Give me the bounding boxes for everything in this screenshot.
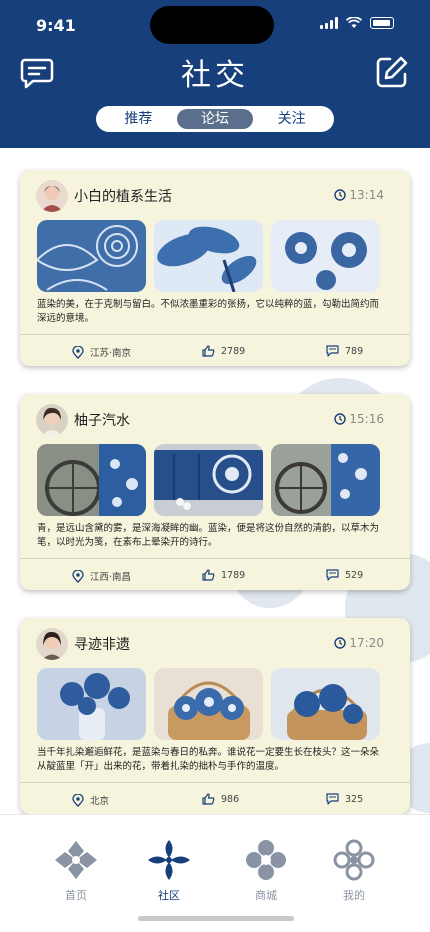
post-photos [37,444,381,516]
post-header: 柚子汽水 15:16 [36,404,396,436]
post-footer: 江西·南昌 1789 529 [20,558,410,590]
post-photo[interactable] [154,220,263,292]
feed-content[interactable]: 小白的植系生活 13:14 蓝染的美，在于克制与留白。不似浓墨重彩的张扬，它以纯… [0,148,430,814]
clock-icon [334,413,347,425]
clock-icon [334,189,347,201]
status-bar: 9:41 [0,0,430,50]
tab-recommend[interactable]: 推荐 [100,109,177,129]
post-time-text: 15:16 [349,412,384,426]
post-card[interactable]: 小白的植系生活 13:14 蓝染的美，在于克制与留白。不似浓墨重彩的张扬，它以纯… [20,170,410,366]
comment-icon [326,345,339,357]
location-text: 江苏·南京 [90,348,132,359]
post-header: 寻迹非遗 17:20 [36,628,396,660]
like-count: 2789 [221,345,246,357]
shop-floral-icon [246,840,286,880]
comment-button[interactable]: 325 [326,793,363,805]
page-title: 社交 [181,58,249,93]
post-photo[interactable] [154,668,263,740]
tab-profile[interactable]: 我的 [324,839,384,903]
battery-icon [370,17,394,29]
signal-icon [320,17,338,29]
avatar[interactable] [36,180,68,212]
tab-forum[interactable]: 论坛 [176,109,254,129]
avatar[interactable] [36,628,68,660]
tab-shop[interactable]: 商城 [236,839,296,903]
post-time: 15:16 [334,412,384,426]
post-location: 北京 [72,793,109,807]
thumbs-up-icon [202,569,215,581]
feed-tabs: 推荐 论坛 关注 [96,106,334,132]
comment-icon [326,569,339,581]
post-location: 江苏·南京 [72,345,131,359]
status-icons [320,17,394,29]
community-floral-icon [148,840,190,880]
comment-icon [326,793,339,805]
home-floral-icon [55,841,97,879]
post-time-text: 17:20 [349,636,384,650]
edit-post-icon[interactable] [374,54,410,90]
post-photo[interactable] [37,668,146,740]
tab-home-label: 首页 [65,889,87,902]
post-card[interactable]: 寻迹非遗 17:20 当千年扎染邂逅鲜花，是蓝染与春日的私奔。谁说花一定要生长在… [20,618,410,814]
thumbs-up-icon [202,793,215,805]
comment-count: 529 [345,569,364,581]
post-time: 17:20 [334,636,384,650]
like-button[interactable]: 986 [202,793,239,805]
location-text: 江西·南昌 [90,572,132,583]
post-text: 青，是远山含黛的雾，是深海凝眸的幽。蓝染，便是将这份自然的清韵，以草木为笔，以时… [37,523,380,548]
post-location: 江西·南昌 [72,569,131,583]
post-photos [37,668,381,740]
comment-button[interactable]: 789 [326,345,363,357]
dynamic-island [150,6,274,44]
post-text: 当千年扎染邂逅鲜花，是蓝染与春日的私奔。谁说花一定要生长在枝头？这一朵朵从靛蓝里… [37,747,380,772]
comment-count: 325 [345,793,364,805]
clock-icon [334,637,347,649]
post-author[interactable]: 寻迹非遗 [74,634,130,654]
tab-follow[interactable]: 关注 [253,109,330,129]
post-author[interactable]: 柚子汽水 [74,410,130,430]
location-pin-icon [72,569,84,583]
like-button[interactable]: 1789 [202,569,245,581]
post-photo[interactable] [271,668,380,740]
app-header: 9:41 社交 推荐 论坛 关注 [0,0,430,148]
avatar[interactable] [36,404,68,436]
tab-shop-label: 商城 [255,889,277,902]
post-photo[interactable] [37,444,146,516]
location-pin-icon [72,793,84,807]
like-button[interactable]: 2789 [202,345,245,357]
post-footer: 江苏·南京 2789 789 [20,334,410,366]
tab-community[interactable]: 社区 [139,839,199,903]
tab-profile-label: 我的 [343,889,365,902]
comment-button[interactable]: 529 [326,569,363,581]
like-count: 1789 [221,569,246,581]
post-time: 13:14 [334,188,384,202]
post-photo[interactable] [37,220,146,292]
comment-count: 789 [345,345,364,357]
post-text: 蓝染的美，在于克制与留白。不似浓墨重彩的张扬，它以纯粹的蓝，勾勒出简约而深远的意… [37,299,380,324]
location-pin-icon [72,345,84,359]
tab-community-label: 社区 [158,889,180,902]
bottom-tab-bar: 首页 社区 商城 我的 [0,814,430,932]
location-text: 北京 [90,796,110,807]
post-photo[interactable] [154,444,263,516]
like-count: 986 [221,793,240,805]
profile-floral-icon [333,839,375,881]
wifi-icon [346,17,362,28]
post-photo[interactable] [271,444,380,516]
post-footer: 北京 986 325 [20,782,410,814]
home-indicator[interactable] [138,916,294,921]
post-photos [37,220,381,292]
post-photo[interactable] [271,220,380,292]
post-header: 小白的植系生活 13:14 [36,180,396,212]
status-time: 9:41 [36,16,76,35]
post-card[interactable]: 柚子汽水 15:16 青，是远山含黛的雾，是深海凝眸的幽。蓝染，便是将这份自然的… [20,394,410,590]
post-author[interactable]: 小白的植系生活 [74,186,172,206]
tab-home[interactable]: 首页 [46,839,106,903]
thumbs-up-icon [202,345,215,357]
post-time-text: 13:14 [349,188,384,202]
